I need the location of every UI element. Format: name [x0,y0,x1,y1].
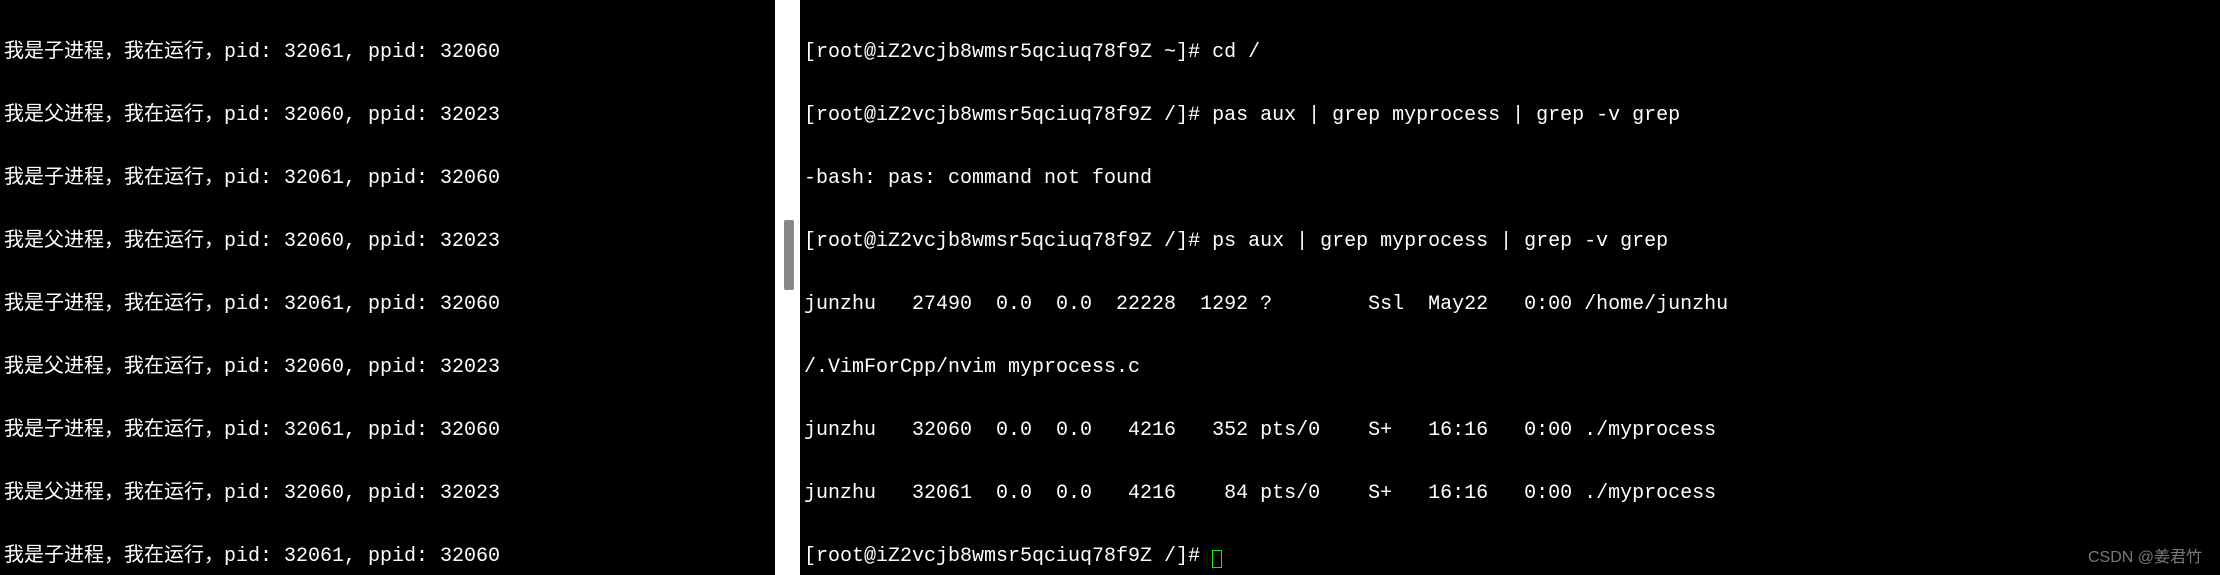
terminal-line: [root@iZ2vcjb8wmsr5qciuq78f9Z /]# pas au… [804,105,2216,126]
terminal-prompt-line: [root@iZ2vcjb8wmsr5qciuq78f9Z /]# [804,546,2216,568]
left-terminal-pane[interactable]: 我是子进程，我在运行，pid: 32061, ppid: 32060 我是父进程… [0,0,775,575]
pane-divider[interactable] [775,0,800,575]
terminal-line: [root@iZ2vcjb8wmsr5qciuq78f9Z /]# ps aux… [804,231,2216,252]
terminal-line: 我是父进程，我在运行，pid: 32060, ppid: 32023 [4,483,771,504]
watermark: CSDN @姜君竹 [2088,543,2202,567]
scrollbar-thumb[interactable] [784,220,794,290]
terminal-line: 我是子进程，我在运行，pid: 32061, ppid: 32060 [4,168,771,189]
terminal-line: -bash: pas: command not found [804,168,2216,189]
terminal-line: junzhu 27490 0.0 0.0 22228 1292 ? Ssl Ma… [804,294,2216,315]
terminal-line: junzhu 32061 0.0 0.0 4216 84 pts/0 S+ 16… [804,483,2216,504]
cursor-icon [1212,550,1222,568]
terminal-line: 我是父进程，我在运行，pid: 32060, ppid: 32023 [4,231,771,252]
terminal-line: 我是子进程，我在运行，pid: 32061, ppid: 32060 [4,420,771,441]
terminal-line: /.VimForCpp/nvim myprocess.c [804,357,2216,378]
terminal-line: [root@iZ2vcjb8wmsr5qciuq78f9Z ~]# cd / [804,42,2216,63]
terminal-prompt: [root@iZ2vcjb8wmsr5qciuq78f9Z /]# [804,545,1212,568]
terminal-line: 我是子进程，我在运行，pid: 32061, ppid: 32060 [4,546,771,567]
terminal-line: 我是父进程，我在运行，pid: 32060, ppid: 32023 [4,357,771,378]
terminal-line: 我是父进程，我在运行，pid: 32060, ppid: 32023 [4,105,771,126]
terminal-line: 我是子进程，我在运行，pid: 32061, ppid: 32060 [4,42,771,63]
terminal-line: 我是子进程，我在运行，pid: 32061, ppid: 32060 [4,294,771,315]
terminal-line: junzhu 32060 0.0 0.0 4216 352 pts/0 S+ 1… [804,420,2216,441]
right-terminal-pane[interactable]: [root@iZ2vcjb8wmsr5qciuq78f9Z ~]# cd / [… [800,0,2220,575]
